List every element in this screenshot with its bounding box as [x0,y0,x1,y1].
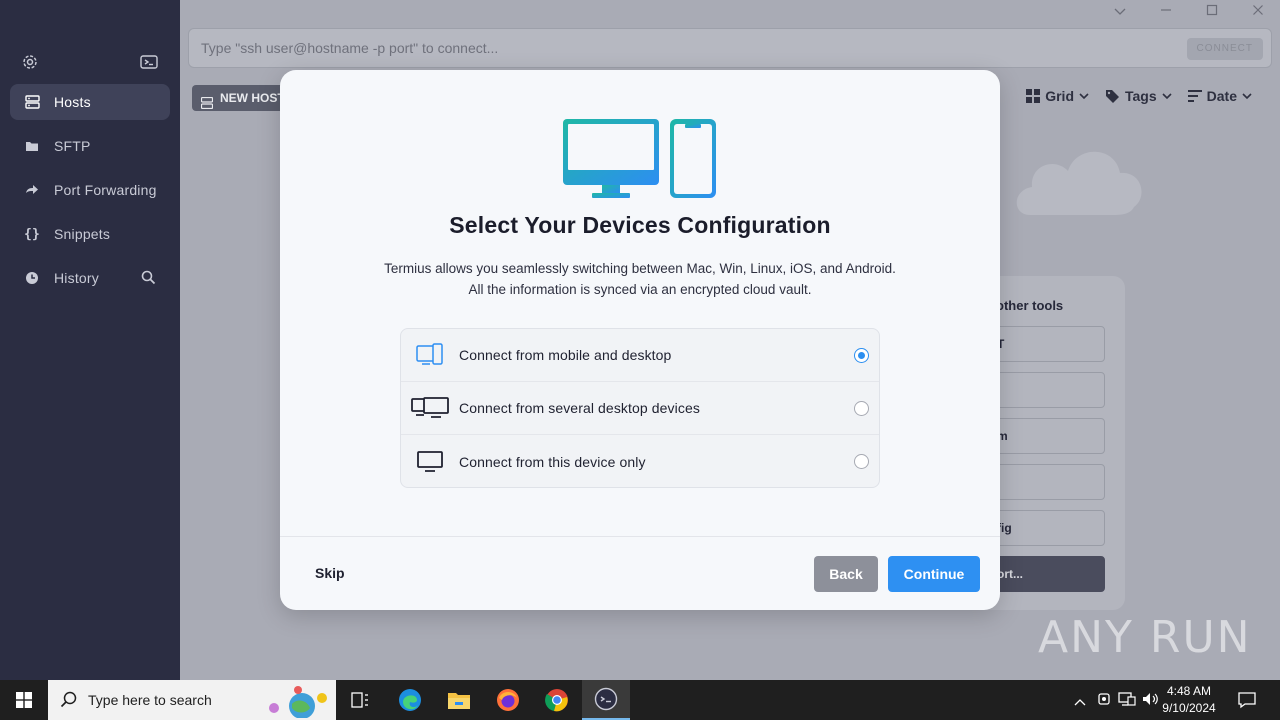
back-button[interactable]: Back [814,556,878,592]
chevron-down-icon [1162,92,1172,99]
grid-icon [1026,89,1041,103]
taskbar-search-box[interactable]: Type here to search [48,680,336,720]
skip-button[interactable]: Skip [315,565,345,581]
window-titlebar [180,0,1280,24]
sidebar-item-sftp[interactable]: SFTP [10,128,170,164]
option-several-desktops[interactable]: Connect from several desktop devices [401,382,879,435]
chrome-icon[interactable] [533,680,581,720]
option-label: Connect from this device only [459,453,646,470]
search-icon[interactable] [141,270,156,288]
clock-time: 4:48 AM [1166,684,1212,698]
tag-icon [1106,89,1119,103]
continue-button[interactable]: Continue [888,556,980,592]
device-options-list: Connect from mobile and desktop Connect … [400,328,880,488]
tags-filter[interactable]: Tags [1105,88,1172,104]
close-icon[interactable] [1250,4,1266,20]
option-mobile-and-desktop[interactable]: Connect from mobile and desktop [401,329,879,382]
network-icon[interactable] [1118,691,1136,712]
sidebar-item-hosts[interactable]: Hosts [10,84,170,120]
sidebar: Hosts SFTP Port Forwarding {} Snippets H… [0,0,180,680]
termius-app-icon[interactable] [582,680,630,720]
anyrun-watermark: ANY RUN [1038,612,1252,663]
clock-date: 9/10/2024 [1162,701,1216,715]
search-highlight-icon [262,684,330,720]
minimize-icon[interactable] [1158,4,1174,20]
sidebar-top-tools [22,52,158,76]
task-view-icon[interactable] [336,680,384,720]
radio-unselected[interactable] [854,454,869,469]
option-label: Connect from several desktop devices [459,400,700,416]
modal-footer-divider [280,536,1000,537]
ssh-connect-placeholder: Type "ssh user@hostname -p port" to conn… [201,40,499,56]
port-forward-icon [24,182,40,198]
hosts-icon [200,92,214,118]
search-icon [60,691,77,713]
firefox-icon[interactable] [484,680,532,720]
other-tools-title: other tools [996,298,1064,313]
sidebar-item-history[interactable]: History [10,260,170,296]
ssh-connect-input[interactable]: Type "ssh user@hostname -p port" to conn… [188,28,1272,68]
option-this-device-only[interactable]: Connect from this device only [401,435,879,487]
chevron-down-icon [1242,92,1252,99]
device-config-modal: Select Your Devices Configuration Termiu… [280,70,1000,610]
date-sort[interactable]: Date [1187,88,1252,104]
radio-unselected[interactable] [854,401,869,416]
single-desktop-icon [401,450,459,473]
sidebar-item-label: Hosts [54,94,91,110]
date-label: Date [1206,88,1237,104]
edge-browser-icon[interactable] [386,680,434,720]
new-host-label: NEW HOST [220,91,285,105]
radio-selected[interactable] [854,348,869,363]
sidebar-item-label: Port Forwarding [54,182,157,198]
sidebar-item-label: SFTP [54,138,91,154]
sidebar-item-port-forwarding[interactable]: Port Forwarding [10,172,170,208]
windows-start-icon[interactable] [0,680,48,720]
folder-icon [24,138,40,154]
hosts-icon [24,94,40,110]
connect-button[interactable]: CONNECT [1186,38,1263,60]
file-explorer-icon[interactable] [435,680,483,720]
view-tools: Grid Tags Date [1026,88,1252,104]
device-icon[interactable] [1096,691,1112,712]
chevron-up-icon[interactable] [1074,693,1086,711]
sidebar-item-snippets[interactable]: {} Snippets [10,216,170,252]
grid-label: Grid [1045,88,1074,104]
maximize-icon[interactable] [1204,4,1220,20]
modal-description: Termius allows you seamlessly switching … [280,258,1000,300]
chevron-down-icon [1079,92,1089,99]
windows-taskbar: Type here to search 4:48 AM 9/10/2024 [0,680,1280,720]
sidebar-nav: Hosts SFTP Port Forwarding {} Snippets H… [10,84,170,304]
terminal-icon[interactable] [140,54,158,75]
mobile-desktop-icon [401,343,459,367]
grid-toggle[interactable]: Grid [1026,88,1089,104]
option-label: Connect from mobile and desktop [459,347,672,363]
multiple-desktops-icon [401,397,459,419]
sidebar-item-label: Snippets [54,226,111,242]
cloud-illustration-icon [1010,135,1150,230]
description-line: Termius allows you seamlessly switching … [384,261,896,276]
clock-icon [24,270,40,286]
tags-label: Tags [1125,88,1157,104]
devices-illustration-icon [562,118,718,205]
taskbar-clock[interactable]: 4:48 AM 9/10/2024 [1154,683,1224,717]
chevron-down-icon[interactable] [1112,4,1128,20]
modal-title: Select Your Devices Configuration [449,212,831,238]
braces-icon: {} [23,226,41,242]
sort-icon [1187,90,1202,102]
sidebar-item-label: History [54,270,99,286]
description-line: All the information is synced via an enc… [468,282,812,297]
gear-icon[interactable] [22,54,38,75]
notifications-icon[interactable] [1238,691,1256,714]
taskbar-search-placeholder: Type here to search [88,692,212,708]
